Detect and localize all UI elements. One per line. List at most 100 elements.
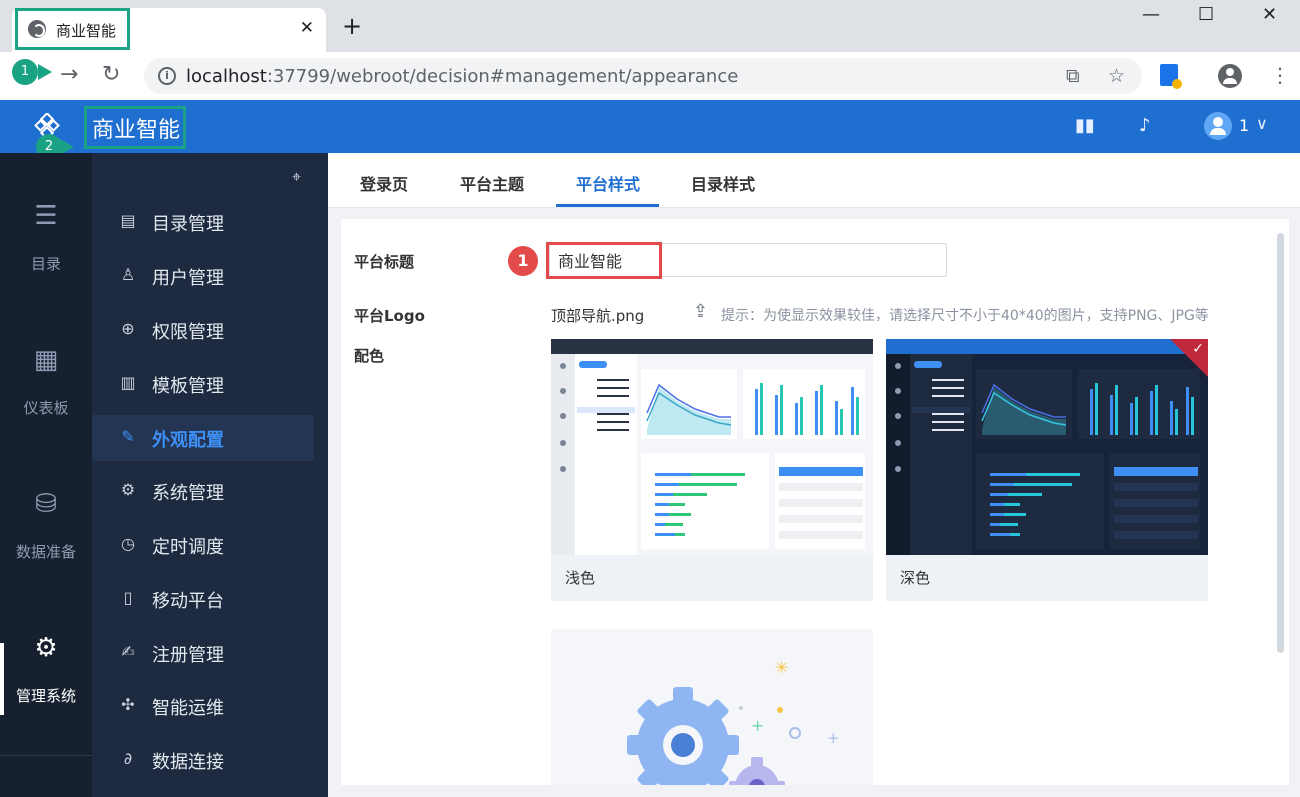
dashboard-icon: ▦ [33,345,59,375]
settings-icon: ⚙ [120,480,136,499]
lock-icon: ⊕ [121,319,135,338]
book-icon[interactable]: ▮▮ [1075,115,1095,136]
menu-item-appearance[interactable]: ✎ 外观配置 [92,415,314,461]
app-header: 商业智能 ▮▮ ♪ 1 ∨ [0,100,1300,153]
gears-illustration-icon: ✳ + + [627,658,840,785]
address-bar[interactable]: i localhost:37799/webroot/decision#manag… [144,58,1142,94]
appearance-tabs: 登录页 平台主题 平台样式 目录样式 [328,153,1300,208]
rail-item-management[interactable]: ⚙ 管理系统 [0,633,92,706]
menu-item-label: 定时调度 [152,537,224,558]
info-icon[interactable]: i [158,67,176,85]
menu-item-register[interactable]: ✍ 注册管理 [92,630,314,676]
menu-item-templates[interactable]: ▥ 模板管理 [92,361,314,407]
close-tab-icon[interactable]: ✕ [300,18,314,38]
user-name[interactable]: 1 [1239,116,1249,135]
forward-icon[interactable]: → [60,62,78,88]
catalog-icon: ▤ [120,211,136,230]
tab-title-highlight [15,8,130,50]
app-title-highlight [84,106,186,149]
menu-item-label: 目录管理 [152,214,224,235]
svg-text:+: + [827,729,840,747]
tab-platform-theme[interactable]: 平台主题 [460,171,524,195]
upload-icon[interactable]: ⇪ [693,301,708,322]
menu-item-label: 注册管理 [152,645,224,666]
menu-item-label: 智能运维 [152,698,224,719]
bookmark-star-icon[interactable]: ☆ [1108,65,1125,87]
menu-item-label: 用户管理 [152,268,224,289]
title-label: 平台标题 [354,253,415,271]
browser-tab-bar: 商业智能 ✕ + — ☐ ✕ [0,0,1300,52]
custom-theme-card[interactable]: ✳ + + [551,629,873,785]
rail-item-dashboard[interactable]: ▦ 仪表板 [0,345,92,418]
rail-item-label: 仪表板 [23,399,69,417]
menu-item-label: 权限管理 [152,322,224,343]
theme-name-dark: 深色 [900,569,931,587]
tab-catalog-style[interactable]: 目录样式 [691,171,755,195]
timer-icon: ◷ [121,534,135,553]
profile-icon[interactable] [1218,64,1242,88]
menu-item-label: 移动平台 [152,591,224,612]
translate-icon[interactable]: ⧉ [1066,65,1080,87]
menu-item-system[interactable]: ⚙ 系统管理 [92,468,314,514]
template-icon: ▥ [120,373,136,392]
primary-nav-rail: ☰ 目录 ▦ 仪表板 ⛁ 数据准备 ⚙ 管理系统 [0,153,92,797]
bell-icon[interactable]: ♪ [1139,115,1151,136]
rail-item-data-prep[interactable]: ⛁ 数据准备 [0,489,92,562]
mobile-icon: ▯ [123,588,133,607]
extension-icon[interactable] [1160,64,1182,89]
browser-toolbar: → ↻ i localhost:37799/webroot/decision#m… [0,52,1300,100]
active-tab-indicator [556,204,659,207]
dark-theme-preview [886,339,1208,555]
logo-label: 平台Logo [354,307,425,325]
avatar[interactable] [1204,112,1232,140]
menu-kebab-icon[interactable]: ⋮ [1270,62,1290,88]
minimize-icon[interactable]: — [1142,4,1160,25]
panel-scrollbar[interactable] [1277,233,1284,653]
database-icon: ⛁ [35,489,57,519]
url-path: :37799/webroot/decision#management/appea… [266,66,739,87]
maximize-icon[interactable]: ☐ [1198,4,1214,25]
step1-arrow [38,64,52,80]
check-icon: ✓ [1192,341,1204,357]
menu-item-label: 外观配置 [152,430,224,451]
url-host: localhost [186,66,267,87]
new-tab-button[interactable]: + [342,14,362,38]
menu-item-ops[interactable]: ✣ 智能运维 [92,683,314,729]
logo-file-name: 顶部导航.png [551,307,645,325]
list-icon: ☰ [34,201,58,231]
platform-style-panel: 平台标题 1 平台Logo 顶部导航.png ⇪ 提示：为使显示效果较佳，请选择… [341,219,1289,785]
chevron-down-icon[interactable]: ∨ [1256,114,1268,133]
user-icon: ♙ [120,265,136,284]
menu-item-catalog[interactable]: ▤ 目录管理 [92,199,314,245]
theme-card-dark[interactable]: ✓ 深色 [886,339,1208,601]
pin-icon[interactable]: ⌖ [292,167,301,187]
rail-item-label: 数据准备 [15,543,76,561]
rail-item-label: 目录 [30,255,61,273]
logo-hint: 提示：为使显示效果较佳，请选择尺寸不小于40*40的图片，支持PNG、JPG等 [721,308,1209,324]
rail-item-label: 管理系统 [15,687,76,705]
theme-card-light[interactable]: 浅色 [551,339,873,601]
menu-item-connections[interactable]: ∂ 数据连接 [92,737,314,783]
color-label: 配色 [354,347,385,365]
menu-item-mobile[interactable]: ▯ 移动平台 [92,576,314,622]
red-step-badge: 1 [508,246,538,276]
light-theme-preview [551,339,873,555]
close-window-icon[interactable]: ✕ [1262,4,1277,25]
register-icon: ✍ [121,642,135,661]
menu-item-schedule[interactable]: ◷ 定时调度 [92,522,314,568]
url-text: localhost:37799/webroot/decision#managem… [186,66,738,87]
brush-icon: ✎ [121,427,135,446]
main-content: 登录页 平台主题 平台样式 目录样式 平台标题 1 平台Logo 顶部导航.pn… [328,153,1300,797]
tab-platform-style[interactable]: 平台样式 [576,171,640,195]
step1-badge: 1 [12,59,38,85]
menu-item-users[interactable]: ♙ 用户管理 [92,253,314,299]
theme-name-light: 浅色 [565,569,596,587]
svg-text:+: + [751,716,764,735]
rail-active-indicator [0,643,4,715]
menu-item-permissions[interactable]: ⊕ 权限管理 [92,307,314,353]
tab-login-page[interactable]: 登录页 [360,171,408,195]
menu-item-label: 模板管理 [152,376,224,397]
rail-item-catalog[interactable]: ☰ 目录 [0,201,92,274]
reload-icon[interactable]: ↻ [102,62,120,88]
title-input-highlight [546,242,662,279]
